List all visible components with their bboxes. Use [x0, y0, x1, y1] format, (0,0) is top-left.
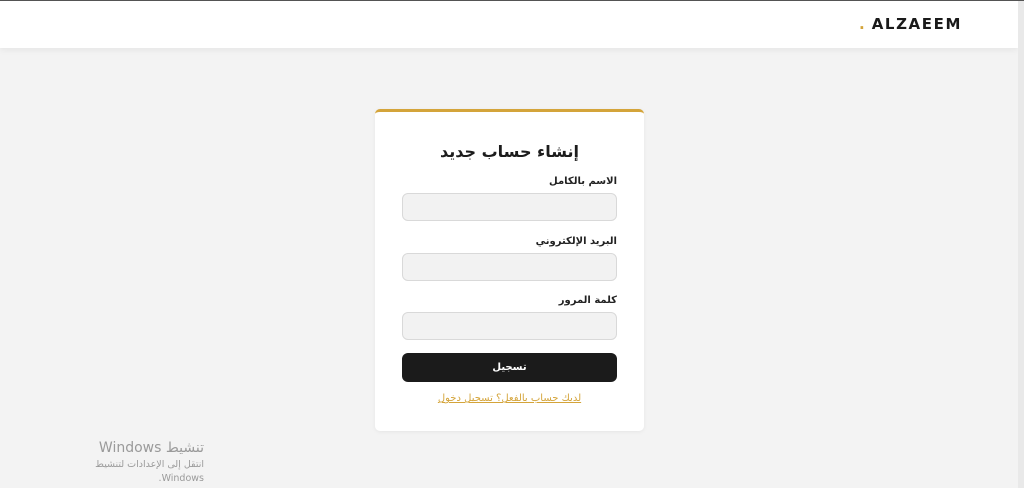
brand-dot: .: [859, 15, 865, 33]
windows-activation-watermark: تنشيط Windows انتقل إلى الإعدادات لتنشيط…: [50, 439, 204, 486]
watermark-title: تنشيط Windows: [98, 440, 204, 456]
email-input[interactable]: [402, 253, 617, 281]
brand-name: ALZAEEM: [871, 15, 962, 33]
register-card: إنشاء حساب جديد الاسم بالكامل البريد الإ…: [375, 109, 644, 431]
full-name-input[interactable]: [402, 193, 617, 221]
full-name-label: الاسم بالكامل: [549, 176, 617, 187]
form-title: إنشاء حساب جديد: [439, 142, 580, 161]
watermark-subtitle: انتقل إلى الإعدادات لتنشيط Windows.: [95, 459, 204, 484]
email-label: البريد الإلكتروني: [535, 236, 617, 247]
password-input[interactable]: [402, 312, 617, 340]
register-button[interactable]: تسجيل: [402, 353, 617, 382]
top-navbar: . ALZAEEM: [0, 1, 1018, 48]
password-label: كلمة المرور: [558, 295, 617, 306]
login-link[interactable]: لديك حساب بالفعل؟ تسجيل دخول: [375, 393, 644, 404]
brand-logo[interactable]: . ALZAEEM: [859, 15, 962, 33]
page-scrollbar[interactable]: [1018, 1, 1024, 488]
